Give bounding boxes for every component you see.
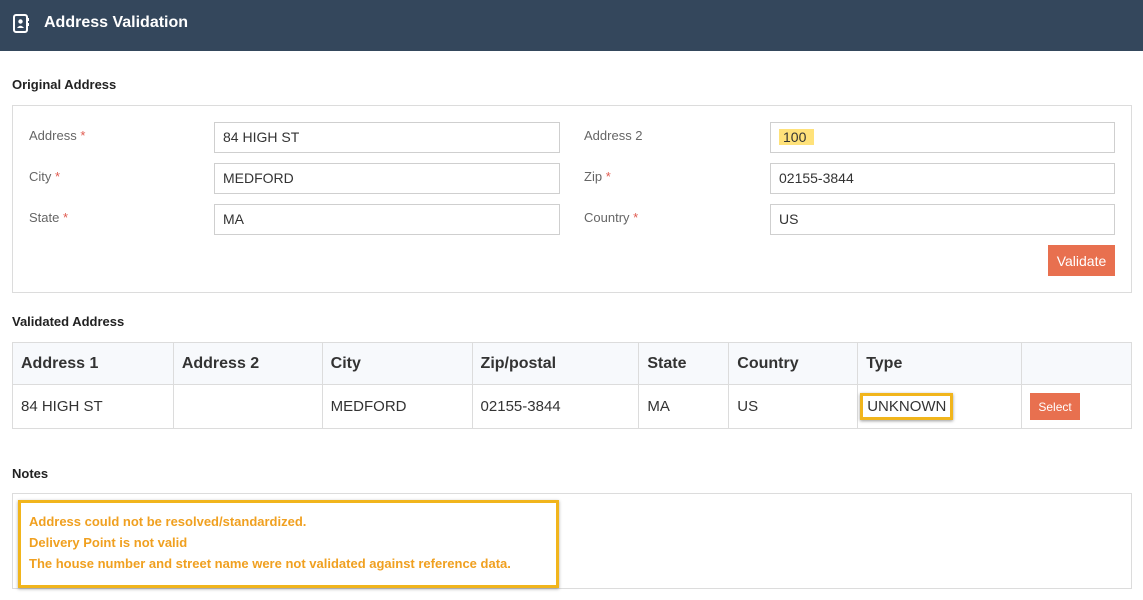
original-address-heading: Original Address bbox=[12, 77, 117, 92]
cell-action: Select bbox=[1021, 384, 1132, 429]
cell-country: US bbox=[728, 384, 859, 429]
cell-state: MA bbox=[638, 384, 730, 429]
address2-input[interactable]: 100 bbox=[770, 122, 1115, 153]
column-header: Zip/postal bbox=[471, 342, 640, 385]
city-input[interactable]: MEDFORD bbox=[214, 163, 560, 194]
title-bar: Address Validation bbox=[0, 0, 1143, 51]
address-input[interactable]: 84 HIGH ST bbox=[214, 122, 560, 153]
note-item: Delivery Point is not valid bbox=[29, 535, 188, 550]
column-header: State bbox=[638, 342, 730, 385]
column-header: Address 1 bbox=[12, 342, 174, 385]
cell-city: MEDFORD bbox=[321, 384, 473, 429]
cell-type: UNKNOWN bbox=[857, 384, 1023, 429]
country-label: Country * bbox=[584, 210, 639, 225]
column-header: Type bbox=[857, 342, 1023, 385]
state-label: State * bbox=[29, 210, 69, 225]
select-button[interactable]: Select bbox=[1030, 393, 1081, 420]
city-label: City * bbox=[29, 169, 61, 184]
type-highlight: UNKNOWN bbox=[860, 393, 954, 420]
zip-label: Zip * bbox=[584, 169, 611, 184]
cell-address1: 84 HIGH ST bbox=[12, 384, 174, 429]
note-item: Address could not be resolved/standardiz… bbox=[29, 514, 307, 529]
column-header bbox=[1021, 342, 1132, 385]
cell-zip: 02155-3844 bbox=[471, 384, 640, 429]
address-label: Address * bbox=[29, 128, 86, 143]
address2-value: 100 bbox=[779, 129, 815, 145]
validated-address-table: Address 1 Address 2 City Zip/postal Stat… bbox=[12, 342, 1132, 429]
page-title: Address Validation bbox=[44, 14, 189, 31]
column-header: City bbox=[321, 342, 473, 385]
zip-input[interactable]: 02155-3844 bbox=[770, 163, 1115, 194]
country-input[interactable]: US bbox=[770, 204, 1115, 235]
table-header-row: Address 1 Address 2 City Zip/postal Stat… bbox=[12, 342, 1132, 385]
note-item: The house number and street name were no… bbox=[29, 556, 511, 571]
contact-book-icon bbox=[13, 14, 29, 33]
cell-address2 bbox=[172, 384, 323, 429]
column-header: Country bbox=[728, 342, 859, 385]
validate-button[interactable]: Validate bbox=[1048, 245, 1115, 276]
address2-label: Address 2 bbox=[584, 128, 643, 143]
column-header: Address 2 bbox=[172, 342, 323, 385]
state-input[interactable]: MA bbox=[214, 204, 560, 235]
validated-address-heading: Validated Address bbox=[12, 314, 125, 329]
table-row: 84 HIGH ST MEDFORD 02155-3844 MA US UNKN… bbox=[12, 384, 1132, 429]
notes-heading: Notes bbox=[12, 466, 49, 481]
